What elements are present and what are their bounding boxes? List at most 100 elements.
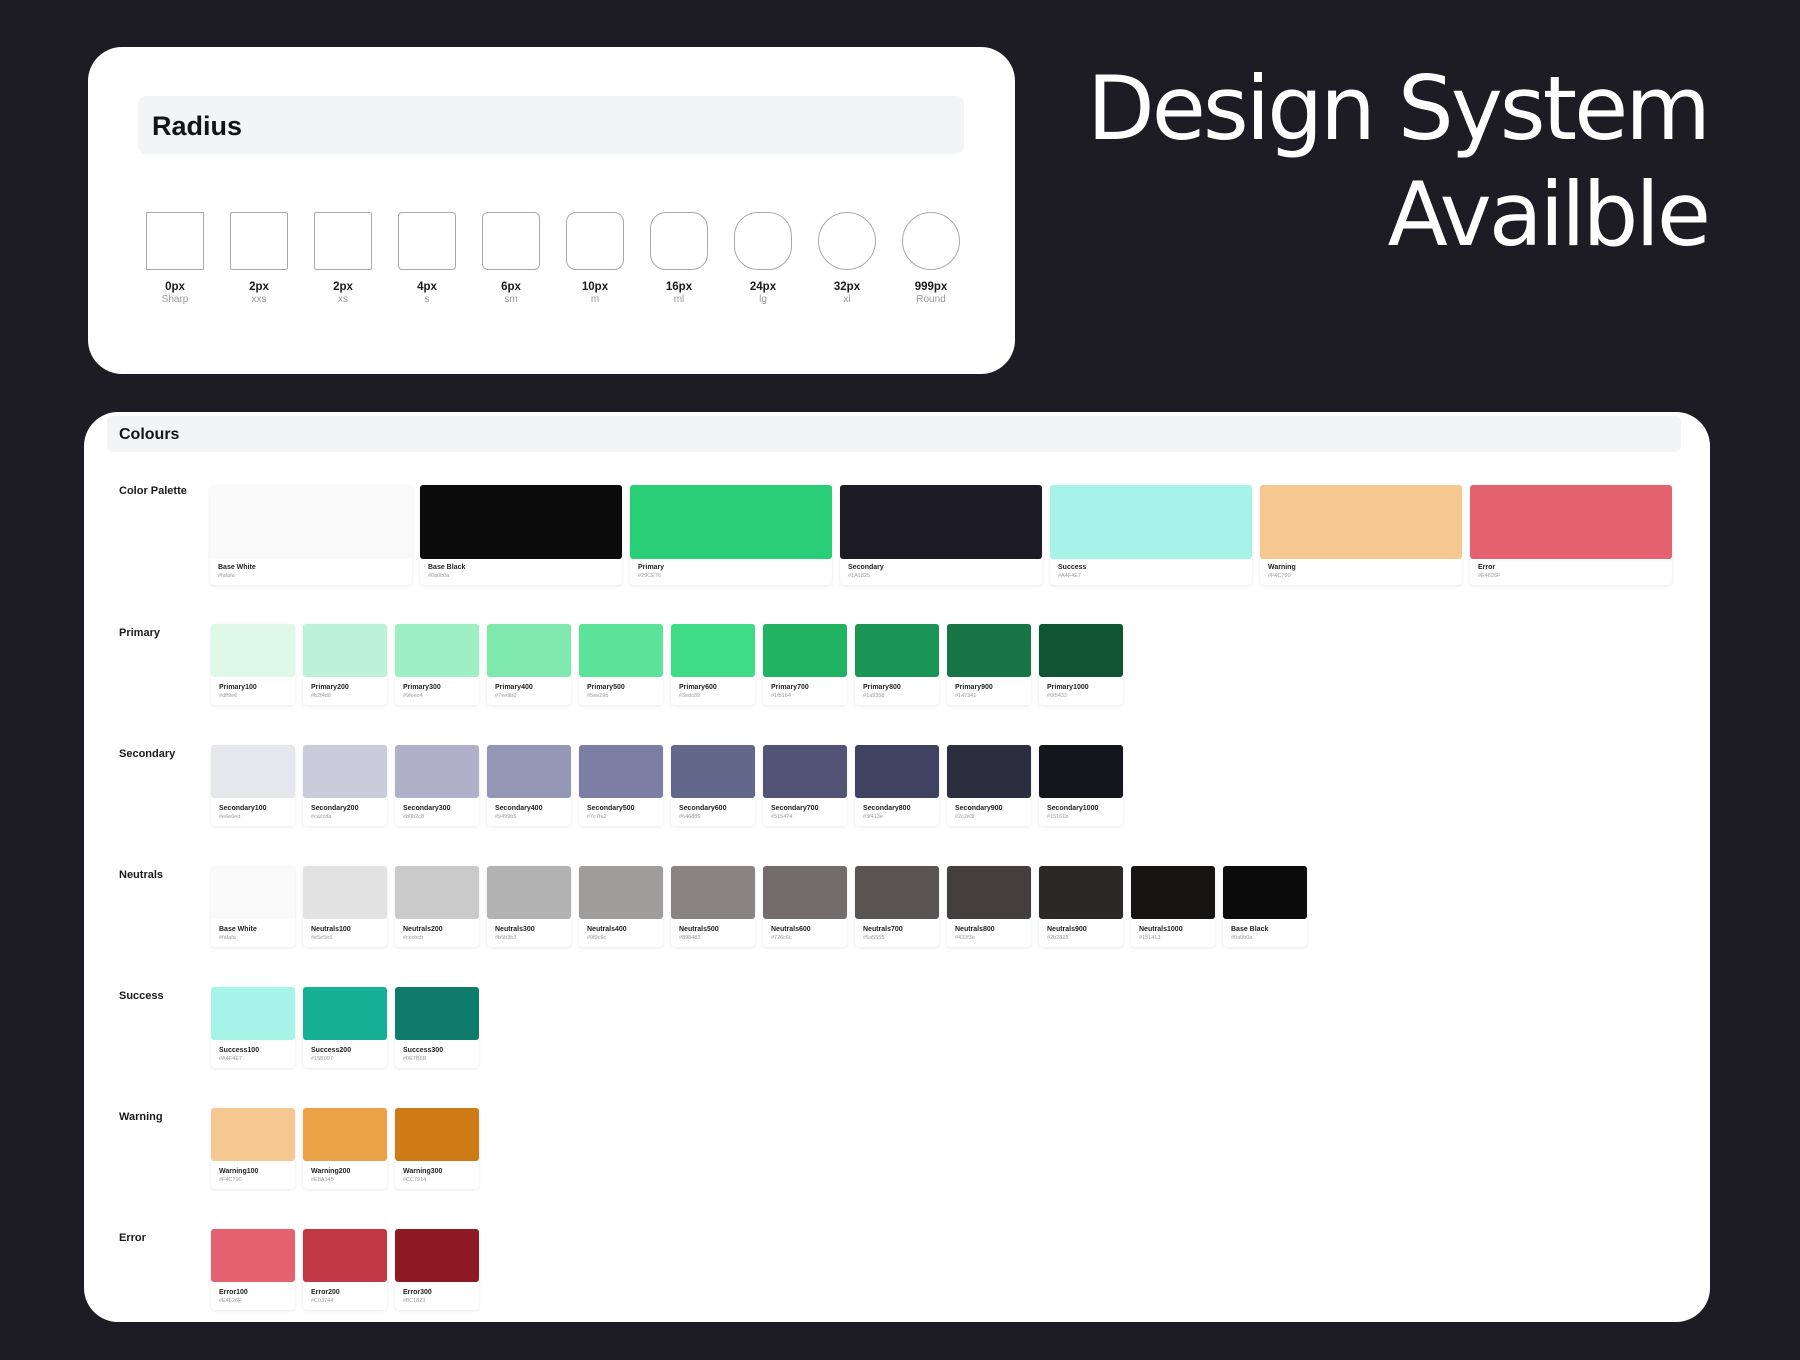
row-label-primary: Primary <box>119 627 160 639</box>
color-swatch: Error100 #E4626F <box>211 1229 295 1310</box>
color-swatch: Secondary200 #caccda <box>303 745 387 826</box>
swatch-name: Primary900 <box>955 684 993 691</box>
swatch-hex: #fafafa <box>219 935 236 941</box>
swatch-hex: #A4F4E7 <box>219 1056 242 1062</box>
color-chip <box>855 624 939 677</box>
radius-preview-box <box>650 212 708 270</box>
swatch-hex: #15161b <box>1047 814 1069 820</box>
radius-item: 16px ml <box>650 212 708 305</box>
color-chip <box>395 624 479 677</box>
swatch-name: Secondary400 <box>495 805 543 812</box>
swatch-name: Primary400 <box>495 684 533 691</box>
swatch-hex: #E8A145 <box>311 1177 334 1183</box>
swatch-hex: #3edc89 <box>679 693 701 699</box>
swatch-hex: #2c2e3f <box>955 814 975 820</box>
color-chip <box>211 866 295 919</box>
colours-title: Colours <box>119 426 180 443</box>
swatch-hex: #1A1825 <box>848 573 871 579</box>
swatch-hex: #CC7914 <box>403 1177 427 1183</box>
swatch-hex: #b2f4d8 <box>311 693 331 699</box>
row-label-neutrals: Neutrals <box>119 869 164 881</box>
color-chip <box>395 745 479 798</box>
color-chip <box>630 485 832 559</box>
color-chip <box>395 987 479 1040</box>
radius-preview-box <box>902 212 960 270</box>
row-label-error: Error <box>119 1232 146 1244</box>
color-chip <box>395 1229 479 1282</box>
swatch-name: Base White <box>218 564 256 571</box>
radius-preview-box <box>230 212 288 270</box>
radius-name: s <box>424 294 430 305</box>
color-swatch: Neutrals800 #433f3e <box>947 866 1031 947</box>
swatch-name: Secondary300 <box>403 805 451 812</box>
color-chip <box>211 624 295 677</box>
radius-value: 999px <box>914 281 948 293</box>
swatch-hex: #5a5555 <box>863 935 885 941</box>
color-chip <box>671 866 755 919</box>
swatch-name: Neutrals100 <box>311 926 351 933</box>
radius-value: 24px <box>749 281 777 293</box>
color-swatch: Primary300 #9feec4 <box>395 624 479 705</box>
swatch-hex: #e6e6ed <box>219 814 241 820</box>
radius-item: 999px Round <box>902 212 960 305</box>
swatch-name: Primary500 <box>587 684 625 691</box>
color-swatch: Primary600 #3edc89 <box>671 624 755 705</box>
row-label-secondary: Secondary <box>119 748 176 760</box>
swatch-name: Neutrals500 <box>679 926 719 933</box>
swatch-name: Neutrals700 <box>863 926 903 933</box>
color-swatch: Secondary1000 #15161b <box>1039 745 1123 826</box>
swatch-hex: #29CE76 <box>638 573 661 579</box>
palette-swatch: Base White #fafafa <box>210 485 412 585</box>
swatch-name: Warning <box>1268 564 1296 571</box>
color-swatch: Error300 #8C1823 <box>395 1229 479 1310</box>
color-chip <box>763 866 847 919</box>
swatch-name: Primary700 <box>771 684 809 691</box>
swatch-hex: #2b2828 <box>1047 935 1069 941</box>
color-chip <box>763 745 847 798</box>
swatch-hex: #433f3e <box>955 935 975 941</box>
radius-value: 2px <box>333 281 353 293</box>
color-swatch: Secondary700 #515474 <box>763 745 847 826</box>
colours-header: Colours <box>107 416 1681 452</box>
color-chip <box>671 624 755 677</box>
swatch-name: Secondary100 <box>219 805 267 812</box>
color-swatch: Secondary300 #b0b2c8 <box>395 745 479 826</box>
swatch-hex: #9f9c9c <box>587 935 607 941</box>
color-chip <box>487 745 571 798</box>
color-chip <box>1039 745 1123 798</box>
radius-item: 0px Sharp <box>146 212 204 305</box>
radius-value: 16px <box>665 281 693 293</box>
radius-name: Round <box>916 294 946 305</box>
color-swatch: Warning100 #F4C790 <box>211 1108 295 1189</box>
swatch-hex: #9499b5 <box>495 814 517 820</box>
color-swatch: Primary100 #dff9e6 <box>211 624 295 705</box>
color-chip <box>1223 866 1307 919</box>
color-chip <box>1260 485 1462 559</box>
swatch-hex: #5ee29b <box>587 693 609 699</box>
radius-value: 0px <box>165 281 185 293</box>
radius-preview-box <box>146 212 204 270</box>
swatch-name: Primary200 <box>311 684 349 691</box>
radius-value: 2px <box>249 281 269 293</box>
palette-swatch: Base Black #0a0b0a <box>420 485 622 585</box>
radius-name: xs <box>338 294 348 305</box>
color-chip <box>303 987 387 1040</box>
swatch-name: Secondary200 <box>311 805 359 812</box>
swatch-name: Secondary500 <box>587 805 635 812</box>
color-chip <box>395 1108 479 1161</box>
radius-preview-box <box>818 212 876 270</box>
color-chip <box>210 485 412 559</box>
color-chip <box>763 624 847 677</box>
swatch-name: Error300 <box>403 1289 432 1296</box>
color-chip <box>487 866 571 919</box>
color-swatch: Neutrals500 #898483 <box>671 866 755 947</box>
swatch-name: Primary800 <box>863 684 901 691</box>
color-swatch: Primary200 #b2f4d8 <box>303 624 387 705</box>
swatch-hex: #A4F4E7 <box>1058 573 1081 579</box>
swatch-name: Base White <box>219 926 257 933</box>
color-swatch: Warning300 #CC7914 <box>395 1108 479 1189</box>
color-chip <box>211 987 295 1040</box>
color-swatch: Secondary500 #7c7fa2 <box>579 745 663 826</box>
radius-item: 2px xxs <box>230 212 288 305</box>
palette-swatch: Error #E4626F <box>1470 485 1672 585</box>
